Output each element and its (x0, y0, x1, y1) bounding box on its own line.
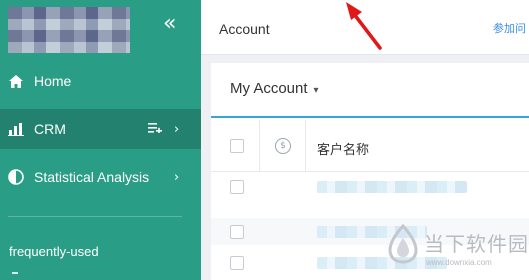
row-checkbox[interactable] (230, 256, 244, 270)
column-divider (305, 120, 306, 172)
app-window: « Home CRM › Statistical Analysis › freq… (0, 0, 529, 280)
panel-header: My Account ▾ (211, 63, 529, 118)
section-label-frequently-used: frequently-used (9, 244, 99, 259)
sidebar-item-home[interactable]: Home (0, 61, 201, 101)
chevron-down-icon: ▾ (313, 85, 319, 96)
watermark-logo-icon (388, 224, 418, 264)
company-logo-blurred (8, 7, 130, 53)
chevron-right-icon[interactable]: › (174, 122, 179, 137)
watermark: 当下软件园 www.downxia.com (386, 222, 529, 278)
column-divider (259, 120, 260, 172)
page-title: Account (219, 21, 270, 37)
pie-chart-icon (7, 168, 25, 186)
view-selector[interactable]: My Account ▾ (230, 80, 319, 97)
sidebar: « Home CRM › Statistical Analysis › freq… (0, 0, 201, 280)
sidebar-item-label: Home (34, 73, 72, 89)
list-add-icon[interactable] (148, 122, 162, 136)
watermark-url: www.downxia.com (426, 258, 492, 267)
table-row[interactable] (211, 173, 529, 200)
sidebar-item-crm[interactable]: CRM › (0, 109, 201, 149)
sidebar-item-label: Statistical Analysis (34, 169, 150, 185)
money-icon[interactable]: $ (275, 138, 291, 154)
sidebar-divider (8, 216, 182, 217)
sidebar-item-label: CRM (34, 121, 66, 137)
chevron-up-icon[interactable] (12, 272, 18, 276)
column-header-customer-name[interactable]: 客户名称 (317, 139, 369, 158)
watermark-text: 当下软件园 (424, 232, 529, 256)
top-link[interactable]: 参加问 (493, 20, 526, 36)
bar-chart-icon (7, 120, 25, 138)
red-arrow-annotation-icon (346, 2, 382, 50)
select-all-checkbox[interactable] (230, 139, 244, 153)
sidebar-item-statistical-analysis[interactable]: Statistical Analysis › (0, 157, 201, 197)
home-icon (7, 72, 25, 90)
blurred-customer-name (317, 181, 467, 193)
row-checkbox[interactable] (230, 225, 244, 239)
view-selector-label: My Account (230, 80, 308, 97)
sidebar-header: « (0, 0, 201, 60)
row-checkbox[interactable] (230, 180, 244, 194)
collapse-sidebar-icon[interactable]: « (163, 13, 176, 35)
table-header: $ 客户名称 (211, 120, 529, 172)
chevron-right-icon[interactable]: › (174, 170, 179, 185)
